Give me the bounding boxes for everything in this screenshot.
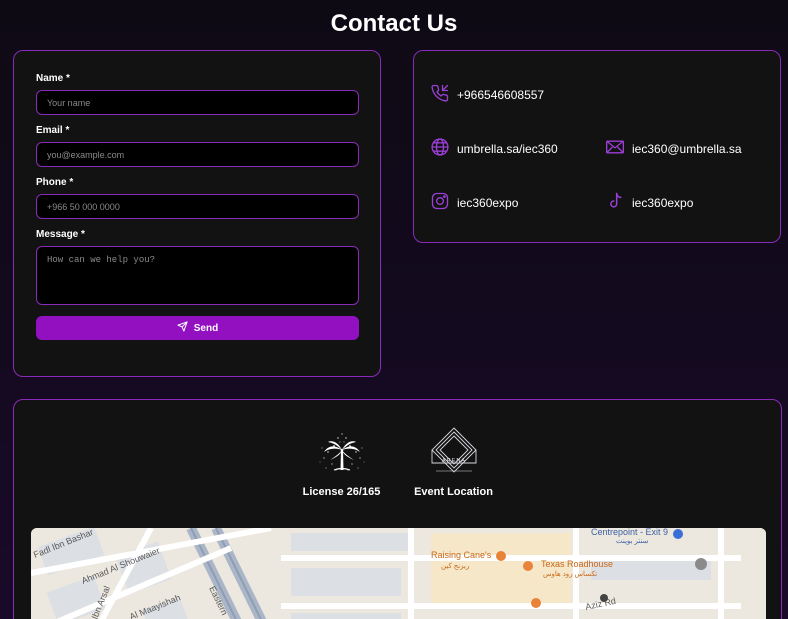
email-input[interactable] bbox=[36, 142, 359, 167]
phone-text: +966546608557 bbox=[457, 87, 545, 102]
phone-input[interactable] bbox=[36, 194, 359, 219]
message-textarea[interactable] bbox=[36, 246, 359, 305]
location-map[interactable]: Fadl Ibn Bashar Ahmad Al Shouwaier Al Ma… bbox=[31, 528, 766, 619]
map-label: Texas Roadhouse bbox=[541, 559, 613, 569]
restaurant-pin-icon bbox=[531, 598, 541, 608]
email-link[interactable]: iec360@umbrella.sa bbox=[605, 137, 742, 160]
license-caption: License 26/165 bbox=[302, 486, 381, 498]
restaurant-pin-icon bbox=[496, 551, 506, 561]
contact-form: Name * Email * Phone * Message * Send bbox=[13, 50, 381, 377]
phone-label: Phone * bbox=[36, 177, 74, 188]
page-title: Contact Us bbox=[330, 10, 458, 37]
map-label: ريزنج كين bbox=[441, 562, 469, 570]
name-label: Name * bbox=[36, 73, 70, 84]
palm-tree-logo-icon bbox=[312, 428, 372, 476]
website-link[interactable]: umbrella.sa/iec360 bbox=[430, 137, 558, 160]
message-label: Message * bbox=[36, 229, 85, 240]
arena-logo-text: ARENA bbox=[442, 458, 466, 464]
website-text: umbrella.sa/iec360 bbox=[457, 141, 558, 156]
map-label: تكساس رود هاوس bbox=[543, 570, 597, 578]
mail-icon bbox=[605, 137, 625, 160]
map-label: Raising Cane's bbox=[431, 550, 492, 560]
map-label: Centrepoint - Exit 9 bbox=[591, 528, 668, 537]
tiktok-icon bbox=[605, 191, 625, 214]
event-location-item[interactable]: ARENA Event Location bbox=[413, 427, 495, 498]
send-icon bbox=[177, 321, 188, 335]
instagram-icon bbox=[430, 191, 450, 214]
phone-call-icon bbox=[430, 83, 450, 106]
shopping-pin-icon bbox=[673, 529, 683, 539]
transit-pin-icon bbox=[600, 594, 608, 602]
restaurant-pin-icon bbox=[523, 561, 533, 571]
tiktok-text: iec360expo bbox=[632, 195, 694, 210]
instagram-link[interactable]: iec360expo bbox=[430, 191, 518, 214]
contact-info-card: +966546608557 umbrella.sa/iec360 iec360@… bbox=[413, 50, 781, 243]
phone-link[interactable]: +966546608557 bbox=[430, 83, 544, 106]
name-input[interactable] bbox=[36, 90, 359, 115]
send-button-label: Send bbox=[193, 322, 219, 334]
send-button[interactable]: Send bbox=[36, 316, 359, 340]
globe-icon bbox=[430, 137, 450, 160]
map-label: سنتر بوينت bbox=[616, 538, 649, 545]
arena-logo-icon: ARENA bbox=[424, 427, 484, 476]
instagram-text: iec360expo bbox=[457, 195, 519, 210]
tiktok-link[interactable]: iec360expo bbox=[605, 191, 693, 214]
event-location-caption: Event Location bbox=[414, 486, 493, 498]
email-text: iec360@umbrella.sa bbox=[632, 141, 742, 156]
venue-card: License 26/165 ARENA Event Location Fadl… bbox=[13, 399, 782, 619]
place-pin-icon bbox=[695, 558, 707, 570]
email-label: Email * bbox=[36, 125, 70, 136]
license-item: License 26/165 bbox=[301, 428, 383, 498]
